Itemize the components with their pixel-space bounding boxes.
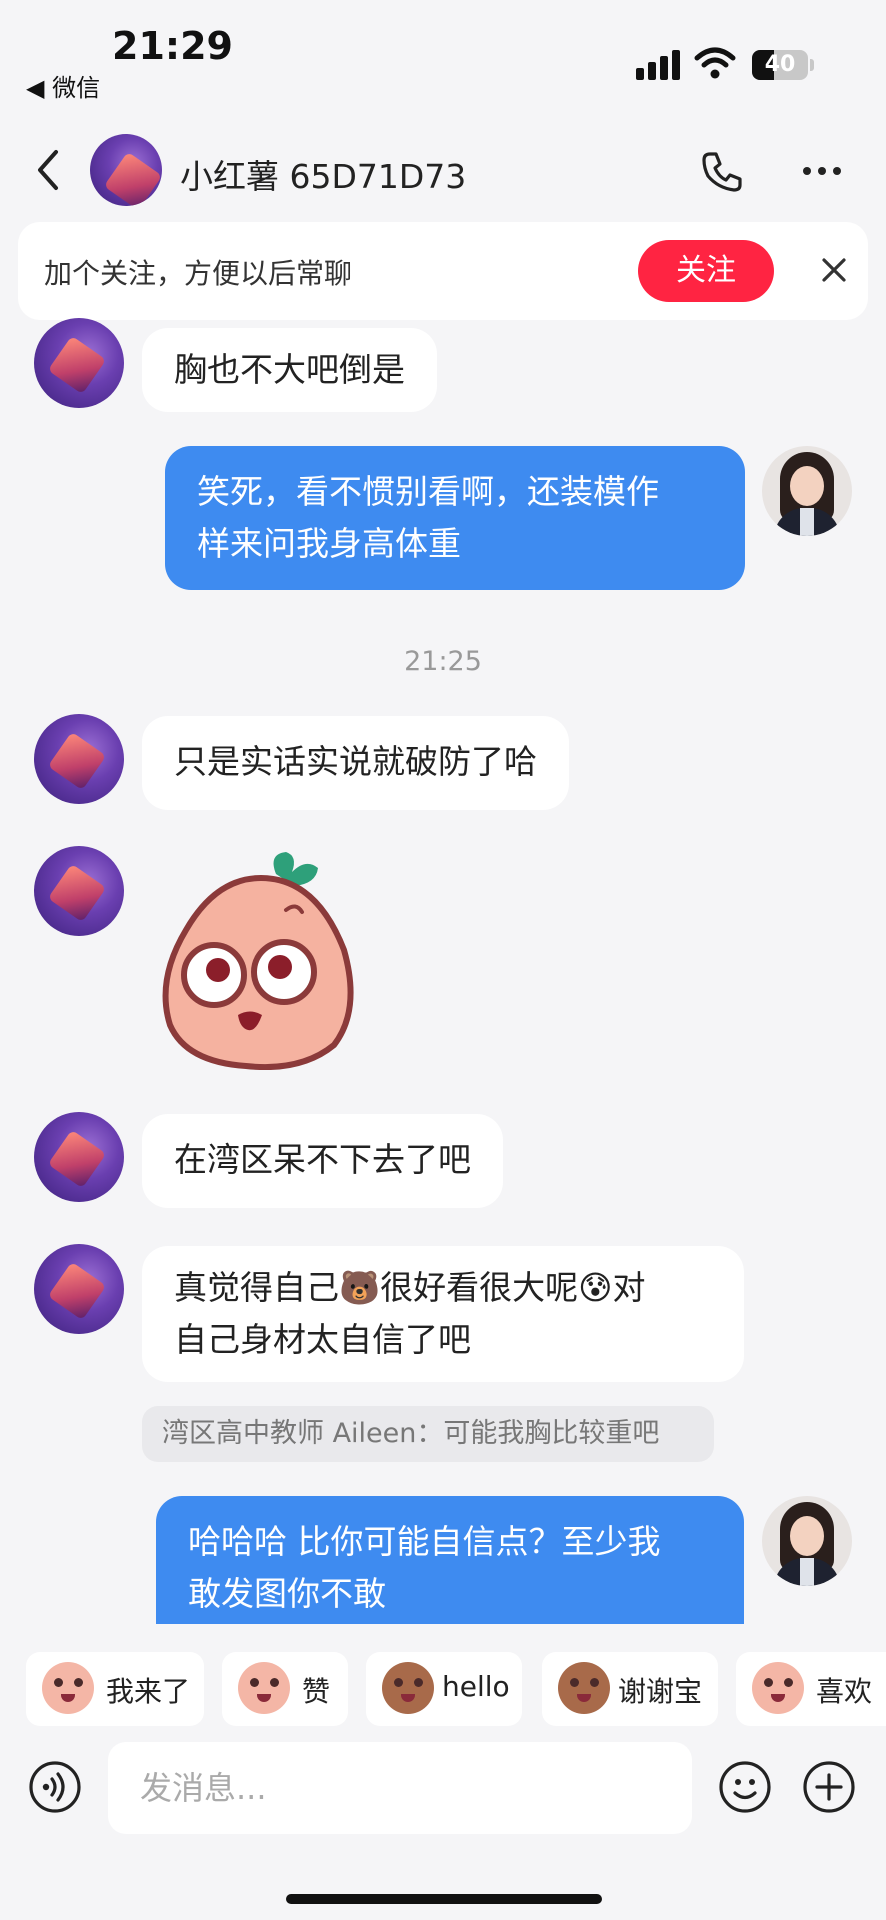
message-text: 在湾区呆不下去了吧 — [174, 1140, 471, 1179]
message-line: 自己身材太自信了吧 — [174, 1320, 471, 1359]
message-line: 敢发图你不敢 — [188, 1574, 386, 1613]
other-avatar[interactable] — [34, 1112, 124, 1202]
contact-avatar[interactable] — [90, 134, 162, 206]
voice-icon[interactable] — [28, 1760, 82, 1814]
status-bar: 21:29 ◀ 微信 40 — [0, 0, 886, 110]
quick-reply-chip[interactable]: 谢谢宝 — [542, 1652, 718, 1726]
back-icon[interactable] — [34, 148, 62, 192]
phone-icon[interactable] — [700, 150, 744, 194]
follow-banner-text: 加个关注，方便以后常聊 — [44, 257, 353, 290]
incoming-message[interactable]: 真觉得自己🐻很好看很大呢😰对 自己身材太自信了吧 — [142, 1246, 744, 1382]
quick-reply-chip[interactable]: 喜欢 — [736, 1652, 886, 1726]
message-line: 样来问我身高体重 — [197, 524, 461, 563]
sticker-icon — [558, 1662, 610, 1714]
message-line: 真觉得自己🐻很好看很大呢😰对 — [174, 1262, 712, 1314]
wifi-icon — [694, 47, 736, 79]
quick-reply-label: 我来了 — [106, 1675, 191, 1708]
follow-button[interactable]: 关注 — [638, 240, 774, 302]
quick-reply-chip[interactable]: hello — [366, 1652, 522, 1726]
input-area: 我来了 赞 hello 谢谢宝 喜欢 — [0, 1624, 886, 1920]
quick-reply-row: 我来了 赞 hello 谢谢宝 喜欢 — [0, 1652, 886, 1728]
quick-reply-chip[interactable]: 我来了 — [26, 1652, 204, 1726]
bear-emoji: 🐻 — [339, 1268, 381, 1307]
home-indicator — [286, 1894, 602, 1904]
quick-reply-label: 喜欢 — [816, 1675, 873, 1708]
message-text-part: 对 — [612, 1268, 646, 1307]
more-icon[interactable] — [802, 166, 842, 176]
my-avatar[interactable] — [762, 446, 852, 536]
timestamp: 21:25 — [404, 646, 482, 677]
sticker-icon — [238, 1662, 290, 1714]
battery-icon: 40 — [752, 50, 808, 80]
other-avatar[interactable] — [34, 846, 124, 936]
outgoing-message[interactable]: 笑死，看不惯别看啊，还装模作 样来问我身高体重 — [165, 446, 745, 590]
sweating-face-emoji: 😰 — [578, 1268, 613, 1307]
message-input[interactable] — [108, 1742, 692, 1834]
message-line: 笑死，看不惯别看啊，还装模作 — [197, 472, 659, 511]
quoted-message[interactable]: 湾区高中教师 Aileen：可能我胸比较重吧 — [142, 1406, 714, 1462]
sticker-icon — [42, 1662, 94, 1714]
message-line: 哈哈哈 比你可能自信点？至少我 — [188, 1522, 661, 1561]
message-text-part: 很好看很大呢 — [380, 1268, 579, 1307]
signal-icon — [636, 50, 680, 80]
follow-banner: 加个关注，方便以后常聊 关注 — [18, 222, 868, 320]
close-icon[interactable] — [818, 254, 850, 286]
quick-reply-label: 谢谢宝 — [618, 1675, 703, 1708]
sticker-icon — [382, 1662, 434, 1714]
other-avatar[interactable] — [34, 1244, 124, 1334]
battery-tip — [810, 59, 814, 71]
message-text: 胸也不大吧倒是 — [174, 350, 405, 389]
sweet-potato-surprised-sticker[interactable] — [156, 850, 366, 1070]
incoming-message[interactable]: 在湾区呆不下去了吧 — [142, 1114, 503, 1208]
my-avatar[interactable] — [762, 1496, 852, 1586]
quick-reply-chip[interactable]: 赞 — [222, 1652, 348, 1726]
incoming-message[interactable]: 只是实话实说就破防了哈 — [142, 716, 569, 810]
chat-header: 小红薯 65D71D73 — [0, 120, 886, 220]
back-to-wechat-link[interactable]: ◀ 微信 — [26, 68, 100, 103]
outgoing-message[interactable]: 哈哈哈 比你可能自信点？至少我 敢发图你不敢 — [156, 1496, 744, 1636]
contact-name[interactable]: 小红薯 65D71D73 — [180, 150, 466, 198]
battery-level: 40 — [764, 52, 796, 77]
quick-reply-label: 赞 — [302, 1675, 331, 1708]
emoji-icon[interactable] — [718, 1760, 772, 1814]
incoming-message[interactable]: 胸也不大吧倒是 — [142, 328, 437, 412]
quick-reply-label: hello — [442, 1670, 510, 1703]
status-time: 21:29 — [112, 24, 233, 68]
other-avatar[interactable] — [34, 714, 124, 804]
other-avatar[interactable] — [34, 318, 124, 408]
message-text: 只是实话实说就破防了哈 — [174, 742, 537, 781]
message-text-part: 真觉得自己 — [174, 1268, 339, 1307]
sticker-icon — [752, 1662, 804, 1714]
plus-icon[interactable] — [802, 1760, 856, 1814]
